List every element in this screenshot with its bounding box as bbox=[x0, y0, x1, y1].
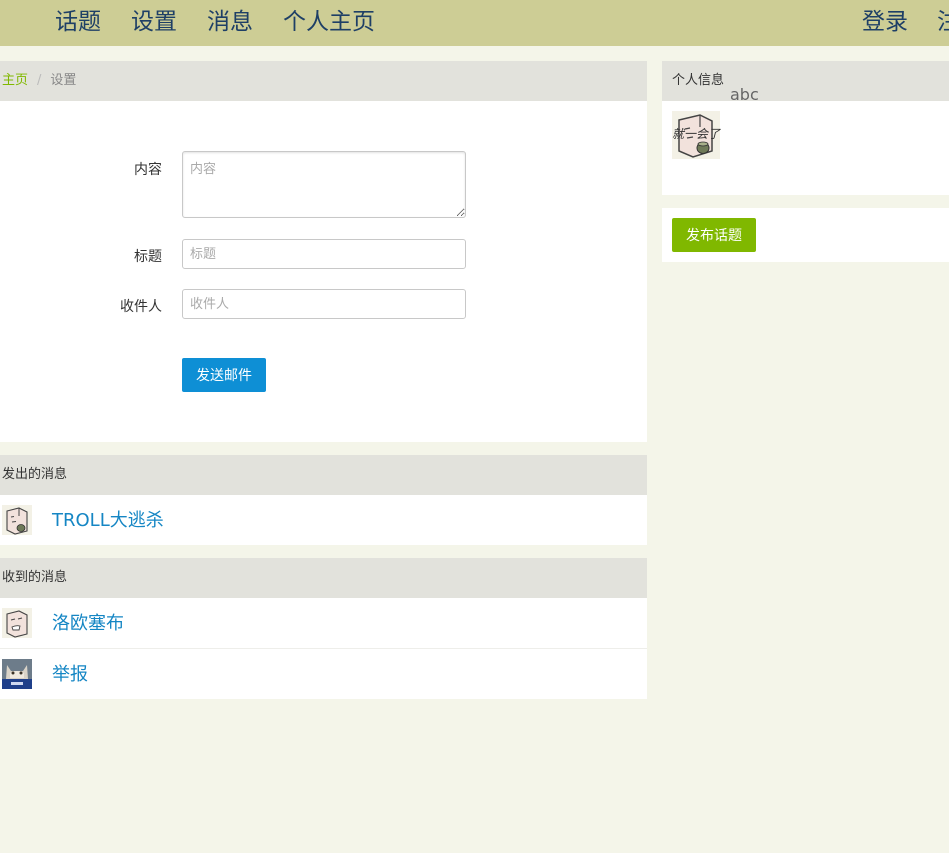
send-email-button[interactable]: 发送邮件 bbox=[182, 358, 266, 392]
title-label: 标题 bbox=[134, 249, 162, 265]
list-item: 洛欧塞布 bbox=[0, 598, 647, 648]
profile-panel-header: 个人信息 bbox=[662, 61, 949, 101]
cartoon-avatar-icon[interactable] bbox=[2, 505, 32, 535]
top-navbar: 话题 设置 消息 个人主页 登录 注 bbox=[0, 0, 949, 46]
message-form-panel: 主页 / 设置 内容 标题 收件人 发送邮件 bbox=[0, 61, 647, 442]
new-topic-panel: 发布话题 bbox=[662, 208, 949, 262]
breadcrumb-home-link[interactable]: 主页 bbox=[2, 73, 28, 88]
profile-signature: 就一会了 bbox=[672, 127, 721, 141]
breadcrumb: 主页 / 设置 bbox=[0, 61, 647, 101]
breadcrumb-current: 设置 bbox=[50, 73, 77, 88]
recipient-input[interactable] bbox=[182, 289, 466, 319]
nav-register[interactable]: 注 bbox=[937, 8, 949, 36]
message-title-link[interactable]: 洛欧塞布 bbox=[52, 609, 124, 635]
recipient-label: 收件人 bbox=[120, 299, 162, 315]
profile-username[interactable]: abc bbox=[730, 85, 759, 104]
received-messages-panel: 收到的消息 洛欧塞布 举报 bbox=[0, 558, 647, 699]
cartoon-avatar-icon[interactable] bbox=[2, 608, 32, 638]
nav-login[interactable]: 登录 bbox=[862, 8, 908, 36]
new-topic-button[interactable]: 发布话题 bbox=[672, 218, 756, 252]
nav-messages[interactable]: 消息 bbox=[207, 8, 253, 36]
list-item: 举报 bbox=[0, 648, 647, 698]
message-title-link[interactable]: TROLL大逃杀 bbox=[52, 506, 164, 532]
cat-photo-avatar[interactable] bbox=[2, 659, 32, 689]
content-label: 内容 bbox=[134, 162, 162, 178]
sent-messages-panel: 发出的消息 TROLL大逃杀 bbox=[0, 455, 647, 545]
list-item: TROLL大逃杀 bbox=[0, 495, 647, 545]
nav-settings[interactable]: 设置 bbox=[131, 8, 177, 36]
breadcrumb-separator: / bbox=[37, 73, 42, 88]
message-title-link[interactable]: 举报 bbox=[52, 660, 88, 686]
sent-messages-header: 发出的消息 bbox=[0, 455, 647, 495]
profile-panel: 个人信息 abc 就一会了 bbox=[662, 61, 949, 195]
nav-topics[interactable]: 话题 bbox=[55, 8, 101, 36]
title-input[interactable] bbox=[182, 239, 466, 269]
received-messages-header: 收到的消息 bbox=[0, 558, 647, 598]
content-textarea[interactable] bbox=[182, 151, 466, 218]
nav-profile[interactable]: 个人主页 bbox=[283, 8, 375, 36]
